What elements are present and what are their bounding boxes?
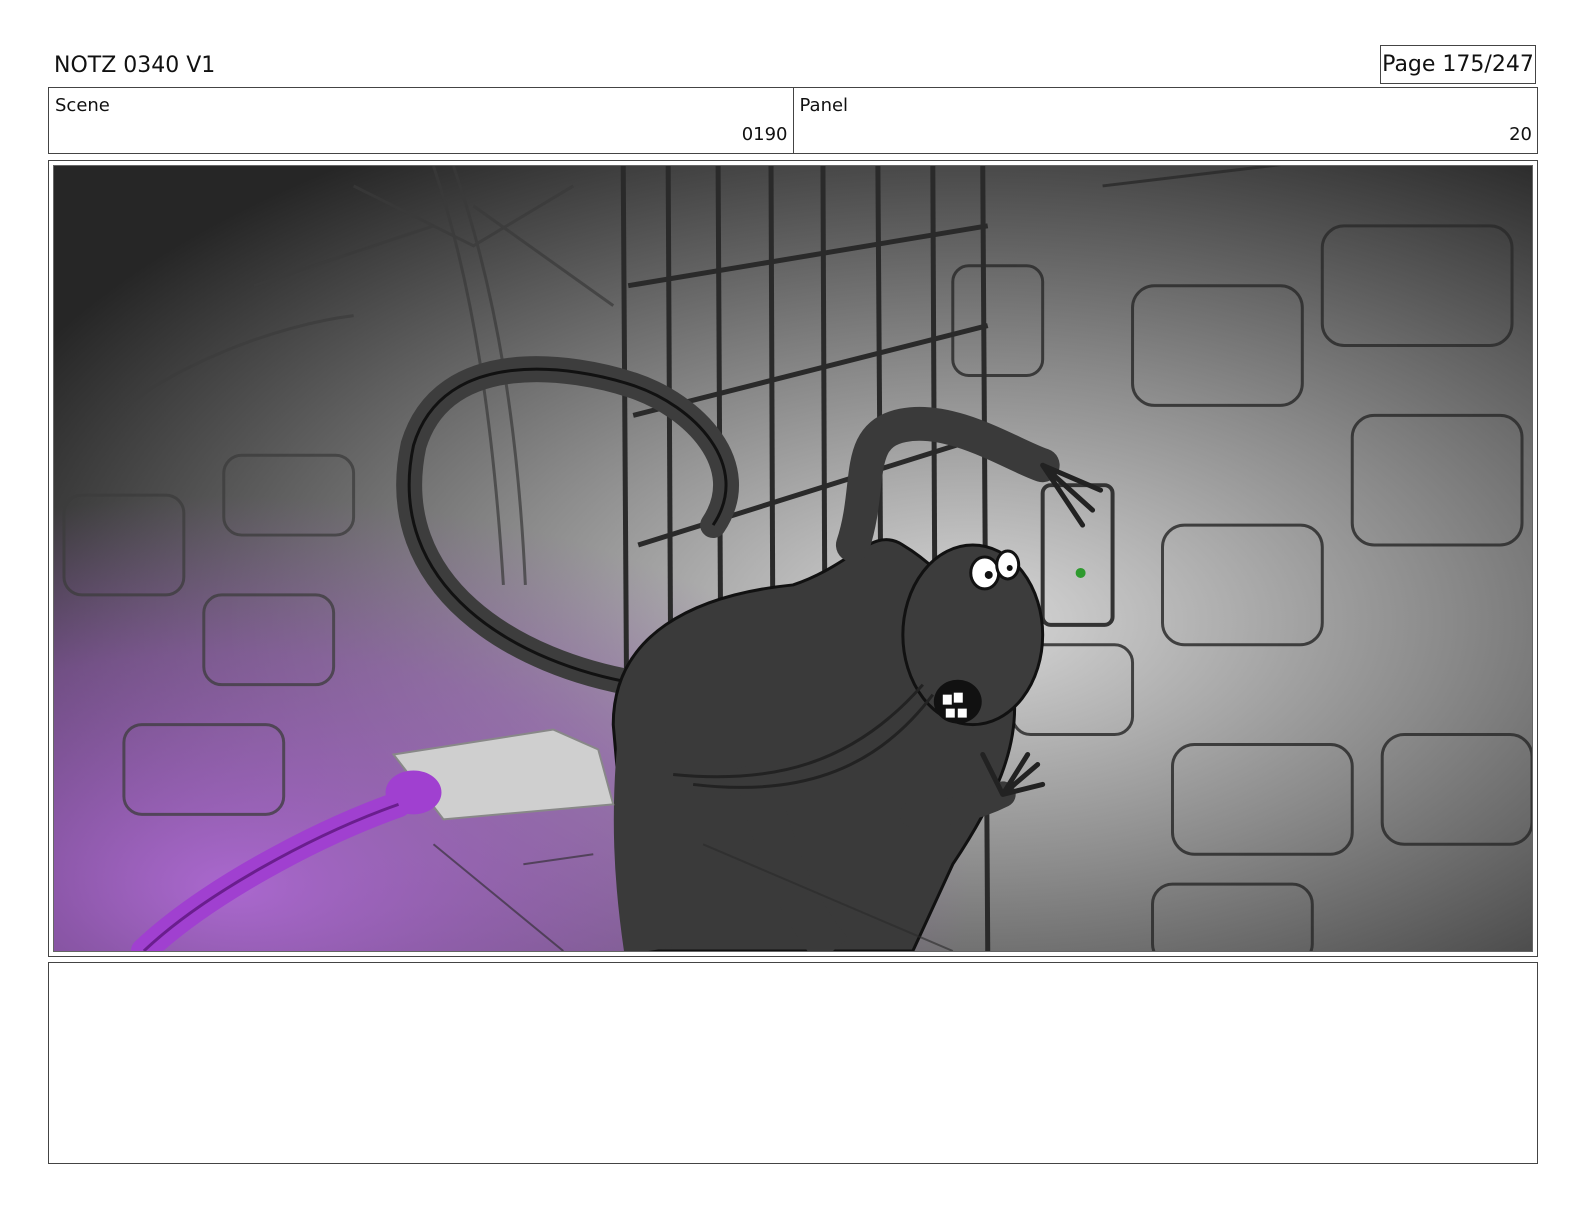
panel-number: 20 bbox=[1509, 124, 1532, 145]
document-title: NOTZ 0340 V1 bbox=[54, 53, 216, 78]
sketch-illustration bbox=[54, 166, 1532, 951]
scene-label: Scene bbox=[55, 95, 110, 116]
scene-cell: Scene 0190 bbox=[49, 88, 794, 153]
scene-panel-header: Scene 0190 Panel 20 bbox=[48, 87, 1538, 154]
panel-label: Panel bbox=[799, 95, 849, 116]
storyboard-artwork bbox=[53, 165, 1533, 952]
storyboard-frame bbox=[48, 160, 1538, 957]
panel-cell: Panel 20 bbox=[794, 88, 1538, 153]
notes-box bbox=[48, 962, 1538, 1164]
scene-number: 0190 bbox=[741, 124, 788, 145]
page-number: Page 175/247 bbox=[1380, 45, 1536, 84]
